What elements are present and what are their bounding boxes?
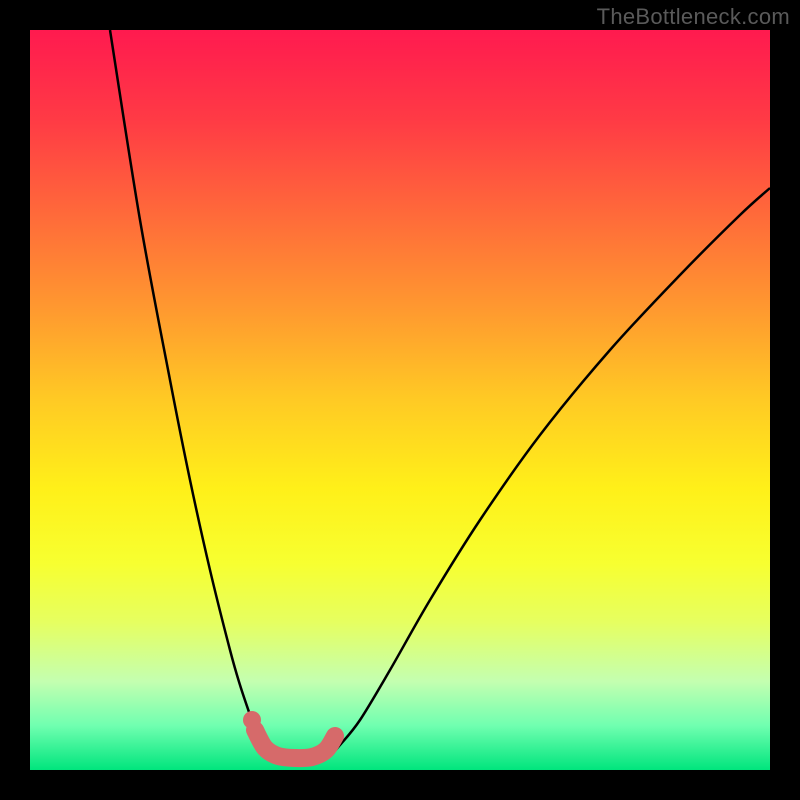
curve-marker-dot (243, 711, 261, 729)
curve-right (268, 188, 770, 758)
plot-area (30, 30, 770, 770)
curve-left (110, 30, 330, 758)
watermark-text: TheBottleneck.com (597, 4, 790, 30)
curves-svg (30, 30, 770, 770)
valley-highlight (255, 730, 335, 758)
chart-frame: TheBottleneck.com (0, 0, 800, 800)
